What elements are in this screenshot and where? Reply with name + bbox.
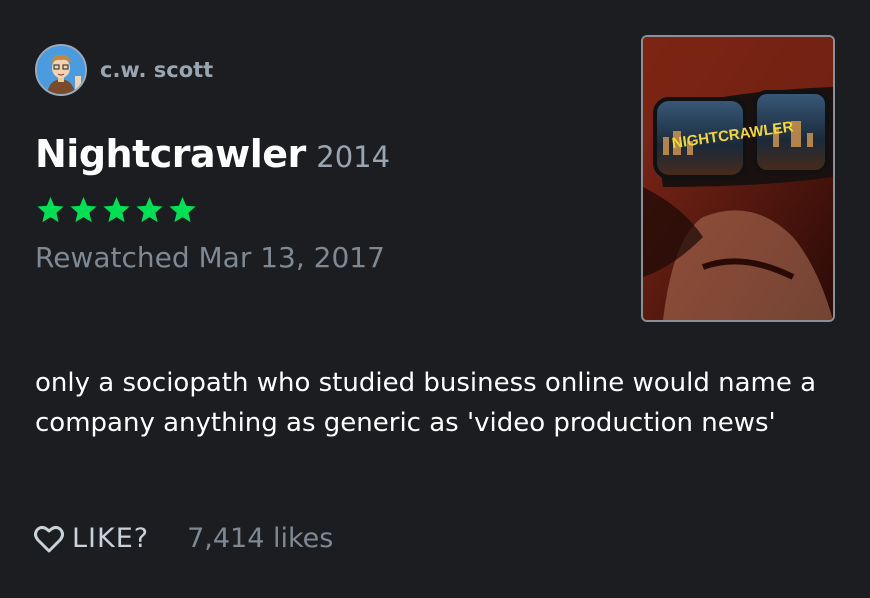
star-icon xyxy=(70,196,97,223)
star-icon xyxy=(37,196,64,223)
review-actions: LIKE? 7,414 likes xyxy=(34,523,333,554)
heart-outline-icon xyxy=(34,525,64,552)
film-title[interactable]: Nightcrawler xyxy=(35,132,306,176)
author-avatar[interactable] xyxy=(35,44,87,96)
star-icon xyxy=(169,196,196,223)
film-heading: Nightcrawler 2014 xyxy=(35,132,390,176)
film-poster[interactable]: NIGHTCRAWLER xyxy=(641,35,835,322)
watch-date: Rewatched Mar 13, 2017 xyxy=(35,241,385,274)
likes-count[interactable]: 7,414 likes xyxy=(187,523,333,554)
star-icon xyxy=(136,196,163,223)
review-author[interactable]: c.w. scott xyxy=(35,44,213,96)
star-rating xyxy=(35,195,198,225)
like-label[interactable]: LIKE? xyxy=(72,523,149,554)
review-text: only a sociopath who studied business on… xyxy=(35,368,817,438)
star-icon xyxy=(103,196,130,223)
author-name[interactable]: c.w. scott xyxy=(100,58,213,82)
like-button[interactable]: LIKE? xyxy=(34,523,149,554)
film-year[interactable]: 2014 xyxy=(316,140,390,174)
